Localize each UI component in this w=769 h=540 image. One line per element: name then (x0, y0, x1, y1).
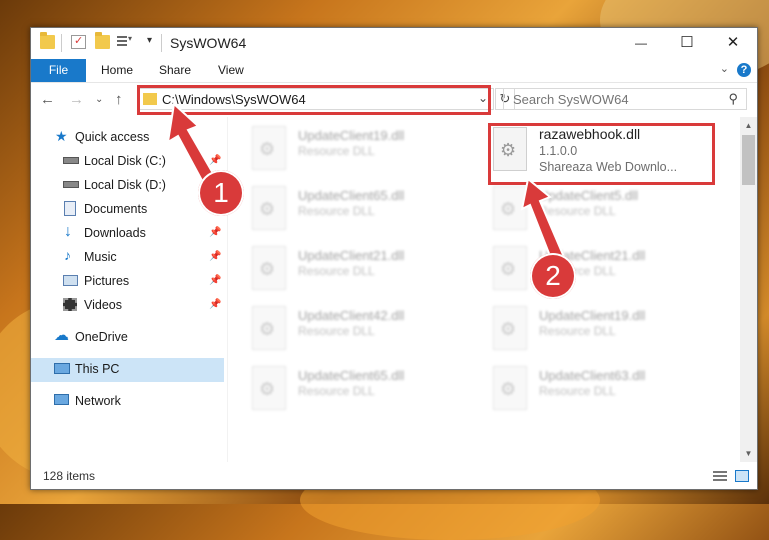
dll-file-icon (493, 306, 527, 350)
pin-icon: 📌 (209, 299, 222, 310)
file-name: UpdateClient19.dll (539, 308, 646, 323)
minimize-button[interactable]: — (618, 28, 664, 59)
dll-file-icon (493, 366, 527, 410)
file-type: Resource DLL (298, 264, 375, 278)
sidebar-item-this-pc[interactable]: This PC (31, 358, 224, 382)
music-icon: ♪ (64, 247, 71, 263)
sidebar-item-label: Network (75, 394, 121, 408)
properties-icon[interactable]: ✓ (71, 35, 86, 49)
dll-file-icon (252, 246, 286, 290)
file-item[interactable]: UpdateClient19.dll Resource DLL (493, 304, 713, 354)
pin-icon: 📌 (209, 251, 222, 262)
file-item[interactable]: UpdateClient21.dll Resource DLL (252, 244, 472, 294)
details-view-icon[interactable] (713, 470, 727, 482)
toolbar-divider (61, 34, 62, 52)
close-button[interactable]: ✕ (710, 28, 756, 59)
file-item[interactable]: UpdateClient63.dll Resource DLL (493, 364, 713, 414)
file-name: UpdateClient63.dll (539, 368, 646, 383)
view-options-icon[interactable]: ▾ (117, 34, 132, 49)
file-type: Resource DLL (298, 144, 375, 158)
help-icon[interactable]: ? (737, 63, 751, 77)
file-name: UpdateClient42.dll (298, 308, 405, 323)
sidebar-item-pictures[interactable]: Pictures 📌 (31, 270, 224, 294)
file-type: Resource DLL (539, 324, 616, 338)
item-count: 128 items (43, 469, 96, 483)
dll-file-icon (252, 126, 286, 170)
star-icon: ★ (55, 128, 68, 144)
sidebar-item-network[interactable]: Network (31, 390, 224, 414)
file-item[interactable]: UpdateClient65.dll Resource DLL (252, 364, 472, 414)
scroll-down-icon[interactable]: ▼ (740, 445, 757, 462)
search-icon: ⚲ (728, 91, 738, 106)
new-folder-icon[interactable] (95, 32, 110, 49)
file-item[interactable]: UpdateClient65.dll Resource DLL (252, 184, 472, 234)
pin-icon: 📌 (209, 227, 222, 238)
maximize-button[interactable]: ☐ (664, 28, 710, 59)
videos-icon (63, 298, 77, 311)
window-title: SysWOW64 (170, 35, 247, 51)
network-icon (54, 394, 69, 405)
tab-file[interactable]: File (31, 59, 86, 82)
file-name: UpdateClient65.dll (298, 368, 405, 383)
folder-icon (40, 32, 55, 49)
file-type: Resource DLL (539, 384, 616, 398)
file-item[interactable]: UpdateClient19.dll Resource DLL (252, 124, 472, 174)
drive-icon (63, 181, 79, 188)
tiles-view-icon[interactable] (735, 470, 749, 482)
tab-share[interactable]: Share (159, 59, 191, 82)
sidebar-item-label: Quick access (75, 130, 150, 144)
sidebar-item-label: Videos (84, 298, 122, 312)
file-type: Resource DLL (298, 204, 375, 218)
toolbar-divider (161, 34, 162, 52)
sidebar-item-downloads[interactable]: ↓ Downloads 📌 (31, 222, 224, 246)
status-bar: 128 items (31, 464, 757, 489)
back-icon[interactable]: ← (40, 91, 55, 108)
sidebar-item-onedrive[interactable]: ☁ OneDrive (31, 326, 224, 350)
explorer-window: ✓ ▾ ▾ SysWOW64 — ☐ ✕ File Home Share Vie… (30, 27, 758, 490)
sidebar-item-label: OneDrive (75, 330, 128, 344)
sidebar-item-label: Local Disk (D:) (84, 178, 166, 192)
up-icon[interactable]: ↑ (115, 91, 123, 108)
callout-badge-1: 1 (198, 170, 244, 216)
dll-file-icon (252, 306, 286, 350)
tab-home[interactable]: Home (101, 59, 133, 82)
sidebar-item-music[interactable]: ♪ Music 📌 (31, 246, 224, 270)
sidebar-item-label: Local Disk (C:) (84, 154, 166, 168)
sidebar-item-label: This PC (75, 362, 120, 376)
file-name: UpdateClient19.dll (298, 128, 405, 143)
file-item[interactable]: UpdateClient42.dll Resource DLL (252, 304, 472, 354)
tab-view[interactable]: View (218, 59, 244, 82)
computer-icon (54, 363, 70, 374)
vertical-scrollbar[interactable]: ▲ ▼ (740, 117, 757, 462)
file-type: Resource DLL (298, 384, 375, 398)
sidebar-item-label: Documents (84, 202, 148, 216)
cloud-icon: ☁ (54, 327, 69, 344)
dll-file-icon (252, 186, 286, 230)
drive-icon (63, 157, 79, 164)
sidebar-item-videos[interactable]: Videos 📌 (31, 294, 224, 318)
file-name: UpdateClient21.dll (298, 248, 405, 263)
download-icon: ↓ (64, 223, 72, 240)
pictures-icon (63, 275, 78, 286)
search-input[interactable] (513, 92, 713, 107)
search-box[interactable]: ⚲ (503, 88, 747, 110)
scroll-up-icon[interactable]: ▲ (740, 117, 757, 134)
expand-ribbon-icon[interactable]: ⌄ (720, 62, 729, 75)
sidebar-item-label: Music (84, 250, 117, 264)
forward-icon[interactable]: → (69, 91, 84, 108)
dll-file-icon (252, 366, 286, 410)
sidebar-item-label: Pictures (84, 274, 130, 288)
pin-icon: 📌 (209, 275, 222, 286)
scroll-thumb[interactable] (742, 135, 755, 185)
customize-toolbar-icon[interactable]: ▾ (147, 35, 152, 46)
callout-badge-2: 2 (530, 253, 576, 299)
file-type: Resource DLL (298, 324, 375, 338)
sidebar-item-label: Downloads (84, 226, 146, 240)
ribbon-tabs: File Home Share View ⌄ ? (31, 59, 757, 83)
file-name: UpdateClient65.dll (298, 188, 405, 203)
documents-icon (64, 201, 76, 216)
recent-locations-icon[interactable]: ⌄ (95, 94, 103, 105)
title-bar: ✓ ▾ ▾ SysWOW64 — ☐ ✕ (31, 28, 757, 59)
